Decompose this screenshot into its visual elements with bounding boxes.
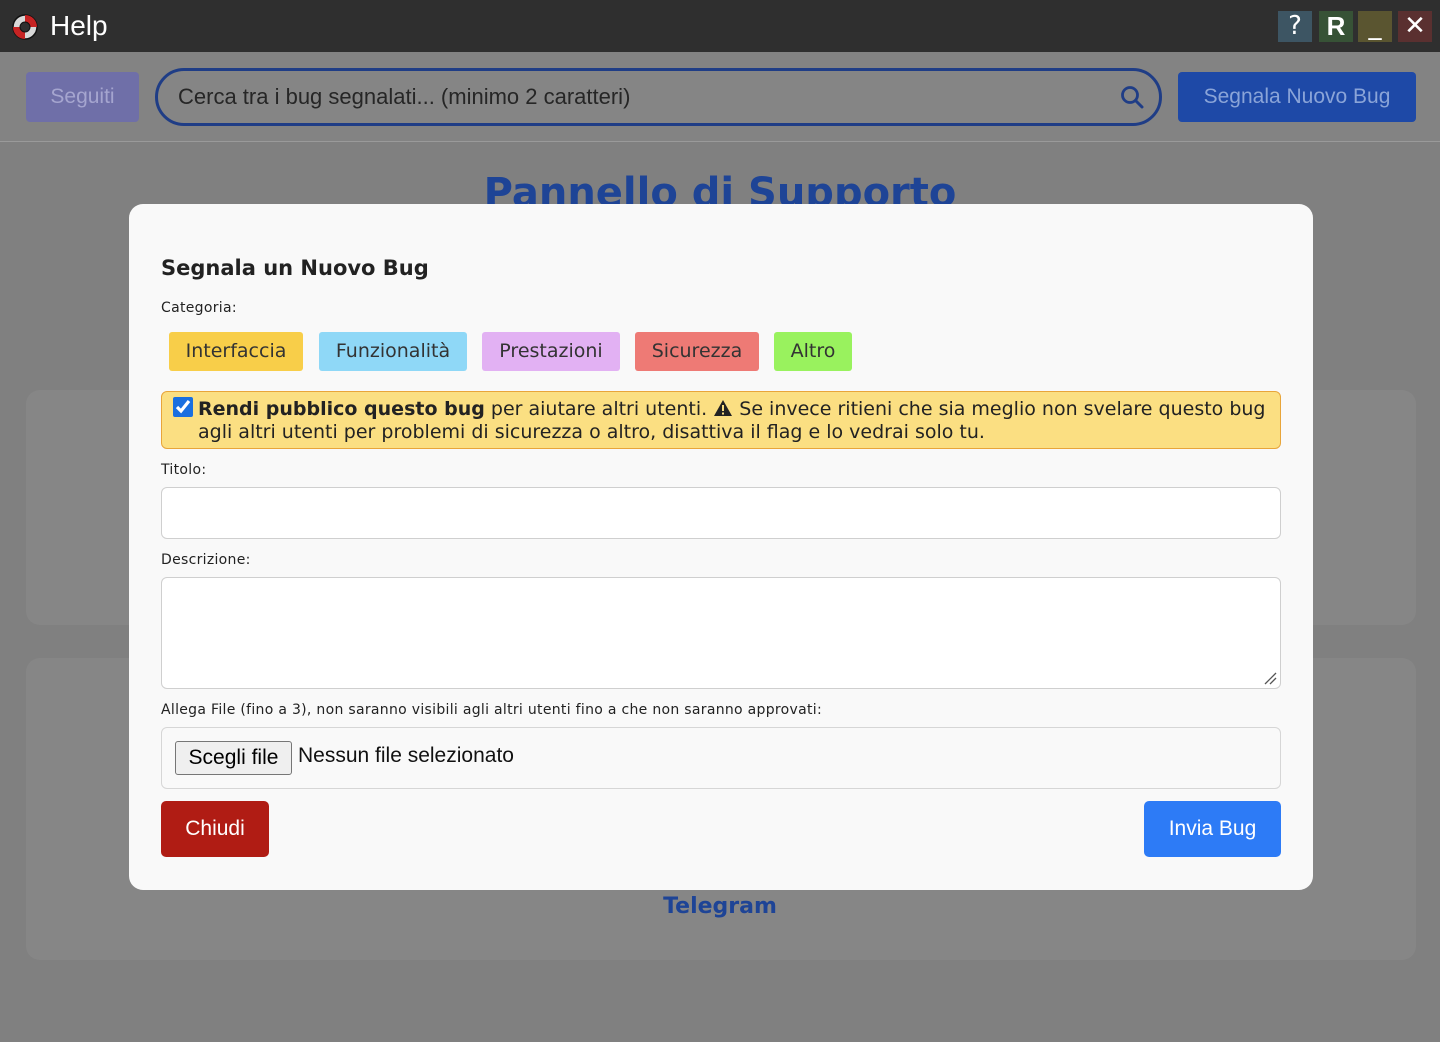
reload-button[interactable]: R [1319,11,1353,42]
title-label: Titolo: [161,462,207,478]
public-notice-main: per aiutare altri utenti. [484,398,714,420]
search-icon[interactable] [1119,84,1145,110]
lifebuoy-icon [12,14,38,40]
modal-title: Segnala un Nuovo Bug [161,256,429,280]
category-interface-button[interactable]: Interfaccia [169,332,303,371]
file-status: Nessun file selezionato [298,744,514,767]
help-button[interactable]: ? [1278,11,1312,42]
category-performance-button[interactable]: Prestazioni [482,332,620,371]
window-titlebar: Help ? R _ ✕ [0,0,1440,52]
search-box [155,68,1162,126]
resize-handle-icon[interactable] [1263,671,1277,685]
public-notice: Rendi pubblico questo bug per aiutare al… [161,391,1281,449]
new-bug-modal: Segnala un Nuovo Bug Categoria: Interfac… [129,204,1313,890]
minimize-button[interactable]: _ [1358,11,1392,42]
close-modal-button[interactable]: Chiudi [161,801,269,857]
attach-label: Allega File (fino a 3), non saranno visi… [161,702,822,718]
public-notice-bold: Rendi pubblico questo bug [198,398,485,420]
category-label: Categoria: [161,300,237,316]
description-label: Descrizione: [161,552,251,568]
warning-icon [714,400,733,416]
category-security-button[interactable]: Sicurezza [635,332,759,371]
title-input[interactable] [161,487,1281,539]
choose-file-button[interactable]: Scegli file [175,741,292,775]
new-bug-button[interactable]: Segnala Nuovo Bug [1178,72,1416,122]
description-textarea[interactable] [161,577,1281,689]
public-checkbox[interactable] [173,397,193,417]
category-other-button[interactable]: Altro [774,332,852,371]
category-functionality-button[interactable]: Funzionalità [319,332,467,371]
public-notice-text: Rendi pubblico questo bug per aiutare al… [198,398,1268,444]
close-window-button[interactable]: ✕ [1398,11,1432,42]
followed-button[interactable]: Seguiti [26,72,139,122]
search-input[interactable] [178,71,1108,123]
top-toolbar: Seguiti Segnala Nuovo Bug [0,52,1440,142]
telegram-link[interactable]: Telegram [0,894,1440,919]
window-title: Help [50,10,108,41]
file-picker: Scegli file Nessun file selezionato [161,727,1281,789]
send-bug-button[interactable]: Invia Bug [1144,801,1281,857]
